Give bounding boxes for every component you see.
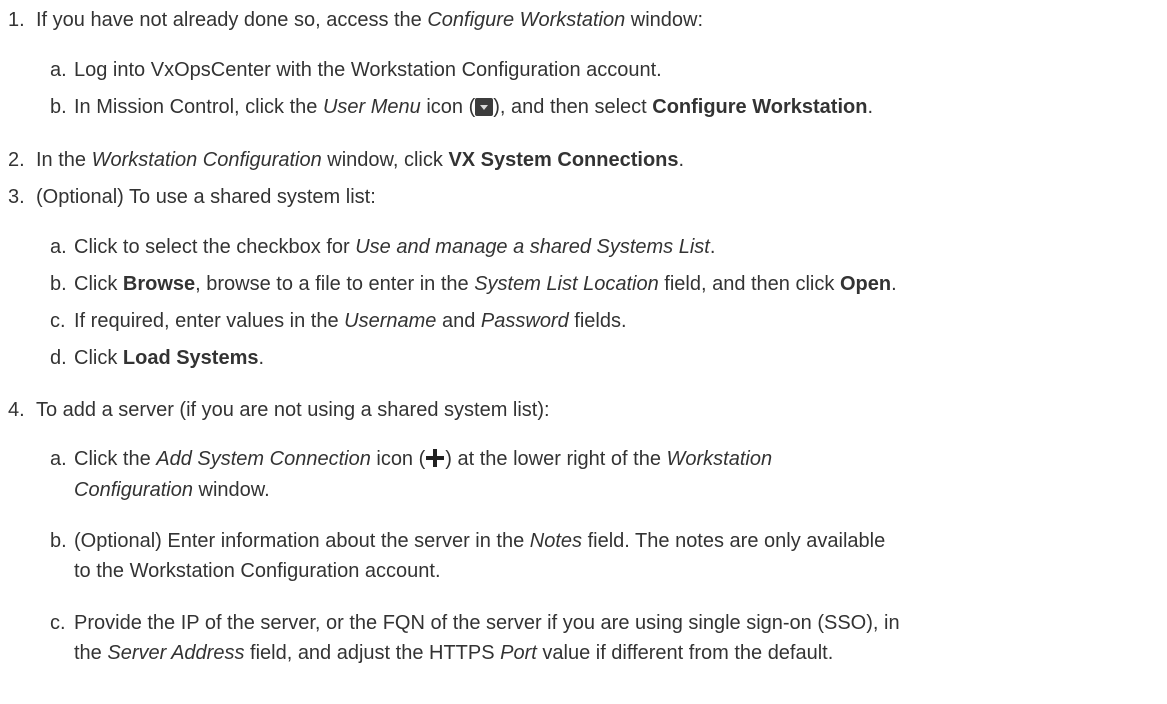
substep-text: value if different from the default. xyxy=(536,642,834,664)
step-4b: b. (Optional) Enter information about th… xyxy=(50,529,885,553)
substep-text: (Optional) Enter information about the s… xyxy=(74,530,530,552)
ui-reference: Username xyxy=(344,310,437,332)
step-number: 2. xyxy=(8,149,25,171)
substep-text: fields. xyxy=(568,310,627,332)
ui-command: VX System Connections xyxy=(448,149,679,171)
step-4c: c. Provide the IP of the server, or the … xyxy=(50,611,900,635)
step-text: To add a server (if you are not using a … xyxy=(36,399,550,421)
ui-reference: Notes xyxy=(529,530,583,552)
step-text: If you have not already done so, access … xyxy=(36,9,428,31)
step-4a-continued: Configuration window. xyxy=(74,478,270,502)
substep-text: field, and then click xyxy=(658,273,840,295)
step-text: . xyxy=(678,149,685,171)
ui-reference: Workstation Configuration xyxy=(91,149,322,171)
ui-reference: Add System Connection xyxy=(156,448,371,470)
substep-text: Click xyxy=(74,347,123,369)
step-text: In the xyxy=(36,149,92,171)
substep-text: Click xyxy=(74,273,123,295)
ui-command: Browse xyxy=(122,273,196,295)
ui-reference: Server Address xyxy=(107,642,245,664)
step-3d: d. Click Load Systems. xyxy=(50,346,264,370)
substep-text: , browse to a file to enter in the xyxy=(195,273,475,295)
substep-text: . xyxy=(258,347,265,369)
step-text: window: xyxy=(625,9,704,31)
substep-text: . xyxy=(867,96,873,118)
ui-command: Configure Workstation xyxy=(652,96,868,118)
substep-text: icon ( xyxy=(420,96,476,118)
step-3c: c. If required, enter values in the User… xyxy=(50,309,627,333)
ui-reference: Configure Workstation xyxy=(427,9,626,31)
step-1: 1. If you have not already done so, acce… xyxy=(8,8,703,32)
step-3a: a. Click to select the checkbox for Use … xyxy=(50,235,715,259)
step-3: 3. (Optional) To use a shared system lis… xyxy=(8,185,376,209)
substep-letter: a. xyxy=(50,59,67,81)
step-number: 4. xyxy=(8,399,25,421)
step-4c-continued: the Server Address field, and adjust the… xyxy=(74,641,833,665)
substep-text: If required, enter values in the xyxy=(74,310,345,332)
substep-letter: d. xyxy=(50,347,67,369)
substep-letter: a. xyxy=(50,448,67,470)
substep-letter: b. xyxy=(50,273,67,295)
substep-text: to the Workstation Configuration account… xyxy=(74,560,441,582)
step-number: 3. xyxy=(8,186,25,208)
dropdown-arrow-icon xyxy=(475,98,494,116)
ui-reference: Workstation xyxy=(666,448,773,470)
step-2: 2. In the Workstation Configuration wind… xyxy=(8,148,684,172)
ui-reference: User Menu xyxy=(322,96,421,118)
substep-text: ) at the lower right of the xyxy=(445,448,667,470)
substep-letter: c. xyxy=(50,612,66,634)
step-1b: b. In Mission Control, click the User Me… xyxy=(50,95,873,119)
substep-text: the xyxy=(74,642,108,664)
step-4b-continued: to the Workstation Configuration account… xyxy=(74,559,441,583)
substep-text: . xyxy=(709,236,716,258)
substep-text: and xyxy=(436,310,481,332)
ui-reference: Use and manage a shared Systems List xyxy=(355,236,710,258)
substep-text: field, and adjust the HTTPS xyxy=(244,642,501,664)
ui-reference: Password xyxy=(480,310,569,332)
step-3b: b. Click Browse, browse to a file to ent… xyxy=(50,272,897,296)
substep-text: Click to select the checkbox for xyxy=(74,236,356,258)
ui-reference: Port xyxy=(500,642,537,664)
step-number: 1. xyxy=(8,9,25,31)
ui-reference: Configuration xyxy=(74,479,193,501)
step-text: (Optional) To use a shared system list: xyxy=(36,186,376,208)
ui-command: Open xyxy=(839,273,892,295)
substep-text: . xyxy=(891,273,897,295)
substep-text: Click the xyxy=(74,448,157,470)
ui-command: Load Systems xyxy=(122,347,259,369)
step-text: window, click xyxy=(321,149,449,171)
substep-letter: c. xyxy=(50,310,66,332)
substep-text: Provide the IP of the server, or the FQN… xyxy=(74,612,900,634)
substep-text: ), and then select xyxy=(493,96,653,118)
substep-text: In Mission Control, click the xyxy=(74,96,323,118)
ui-reference: System List Location xyxy=(474,273,659,295)
substep-text: window. xyxy=(192,479,270,501)
substep-letter: b. xyxy=(50,96,67,118)
substep-letter: b. xyxy=(50,530,67,552)
step-4a: a. Click the Add System Connection icon … xyxy=(50,447,772,471)
substep-text: icon ( xyxy=(370,448,426,470)
substep-text: field. The notes are only available xyxy=(582,530,886,552)
substep-letter: a. xyxy=(50,236,67,258)
substep-text: Log into VxOpsCenter with the Workstatio… xyxy=(74,59,662,81)
step-1a: a. Log into VxOpsCenter with the Worksta… xyxy=(50,58,662,82)
plus-icon xyxy=(426,449,445,467)
step-4: 4. To add a server (if you are not using… xyxy=(8,398,550,422)
